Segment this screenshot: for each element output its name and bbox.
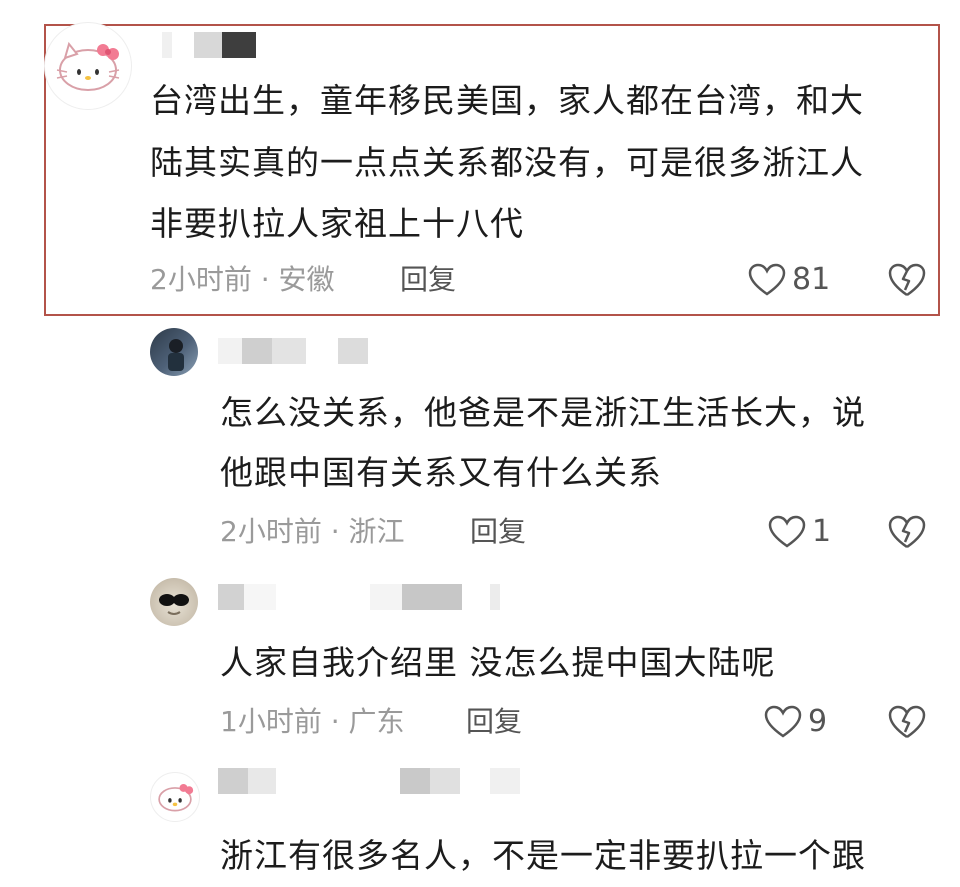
like-button[interactable]: 1 [768,512,831,552]
comment-text-line: 浙江有很多名人，不是一定非要扒拉一个跟 [220,836,866,875]
comment-text-line: 他跟中国有关系又有什么关系 [220,453,662,492]
avatar[interactable] [150,578,198,626]
comment-text-line: 非要扒拉人家祖上十八代 [150,204,524,243]
comment-meta: 2小时前 · 安徽 [150,263,335,296]
sunglasses-avatar-icon [159,594,189,615]
hello-kitty-icon [158,783,194,812]
reply-button[interactable]: 回复 [400,260,456,300]
like-button[interactable]: 81 [748,260,830,300]
avatar[interactable] [150,328,198,376]
comment-text-line: 怎么没关系，他爸是不是浙江生活长大，说 [220,393,866,432]
heart-icon [764,705,802,738]
like-count: 81 [792,262,831,297]
like-button[interactable]: 9 [764,702,827,742]
hello-kitty-icon [56,41,120,91]
dislike-button[interactable] [888,704,926,744]
dislike-button[interactable] [888,262,926,302]
broken-heart-icon [888,263,926,297]
avatar[interactable] [150,772,200,822]
like-count: 1 [812,514,832,549]
username-redacted[interactable] [218,584,500,610]
comment-meta: 2小时前 · 浙江 [220,515,405,548]
heart-icon [748,263,786,296]
heart-icon [768,515,806,548]
photo-avatar-icon [168,339,184,371]
broken-heart-icon [888,515,926,549]
comment-meta: 1小时前 · 广东 [220,705,405,738]
avatar[interactable] [44,22,132,110]
username-redacted[interactable] [218,768,520,794]
comment-text-line: 人家自我介绍里 没怎么提中国大陆呢 [220,643,776,682]
dislike-button[interactable] [888,514,926,554]
broken-heart-icon [888,705,926,739]
like-count: 9 [808,704,828,739]
reply-button[interactable]: 回复 [470,512,526,552]
comment-text-line: 陆其实真的一点点关系都没有，可是很多浙江人 [150,143,864,182]
comment-text-line: 台湾出生，童年移民美国，家人都在台湾，和大 [150,81,864,120]
username-redacted[interactable] [218,338,368,364]
reply-button[interactable]: 回复 [466,702,522,742]
username-redacted[interactable] [150,32,256,58]
